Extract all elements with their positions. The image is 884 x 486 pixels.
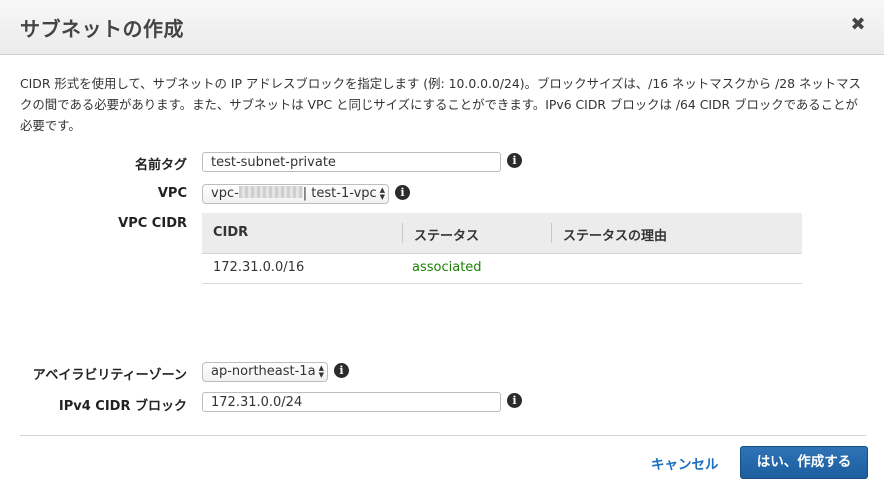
info-icon[interactable]: i [507,153,522,168]
name-tag-input[interactable] [202,152,501,172]
vpc-cidr-table: CIDR ステータス ステータスの理由 172.31.0.0/16 associ… [202,213,802,284]
table-cell-status: associated [412,260,482,275]
footer-divider [20,435,866,436]
info-icon[interactable]: i [395,185,410,200]
column-header-reason: ステータスの理由 [563,229,668,244]
cancel-button[interactable]: キャンセル [651,453,719,473]
az-label: アベイラビリティーゾーン [32,368,187,383]
vpc-select-prefix: vpc- [211,186,239,201]
dialog-description: CIDR 形式を使用して、サブネットの IP アドレスブロックを指定します (例… [20,76,861,133]
ipv4-cidr-input[interactable] [202,392,501,412]
info-icon[interactable]: i [334,363,349,378]
dialog-header: サブネットの作成 ✖ [0,0,884,55]
az-select-value: ap-northeast-1a [211,364,316,379]
info-icon[interactable]: i [507,393,522,408]
close-icon[interactable]: ✖ [848,13,868,37]
vpc-id-masked [238,186,303,198]
create-button[interactable]: はい、作成する [740,446,868,479]
az-select[interactable]: ap-northeast-1a ▲ ▼ [202,362,328,382]
name-tag-label: 名前タグ [134,158,187,173]
vpc-cidr-label: VPC CIDR [118,216,187,231]
column-divider [402,223,403,243]
select-arrows-icon: ▲ ▼ [318,364,324,379]
vpc-select-suffix: | test-1-vpc [302,186,377,201]
select-arrows-icon: ▲ ▼ [379,186,385,201]
dialog-title: サブネットの作成 [20,17,184,41]
column-header-cidr: CIDR [213,225,249,240]
vpc-select[interactable]: vpc- | test-1-vpc ▲ ▼ [202,184,389,204]
vpc-label: VPC [157,186,187,201]
table-header: CIDR ステータス ステータスの理由 [202,213,802,254]
ipv4-cidr-label: IPv4 CIDR ブロック [58,399,187,414]
column-divider [551,223,552,243]
table-cell-cidr: 172.31.0.0/16 [213,260,305,275]
column-header-status: ステータス [414,229,480,244]
